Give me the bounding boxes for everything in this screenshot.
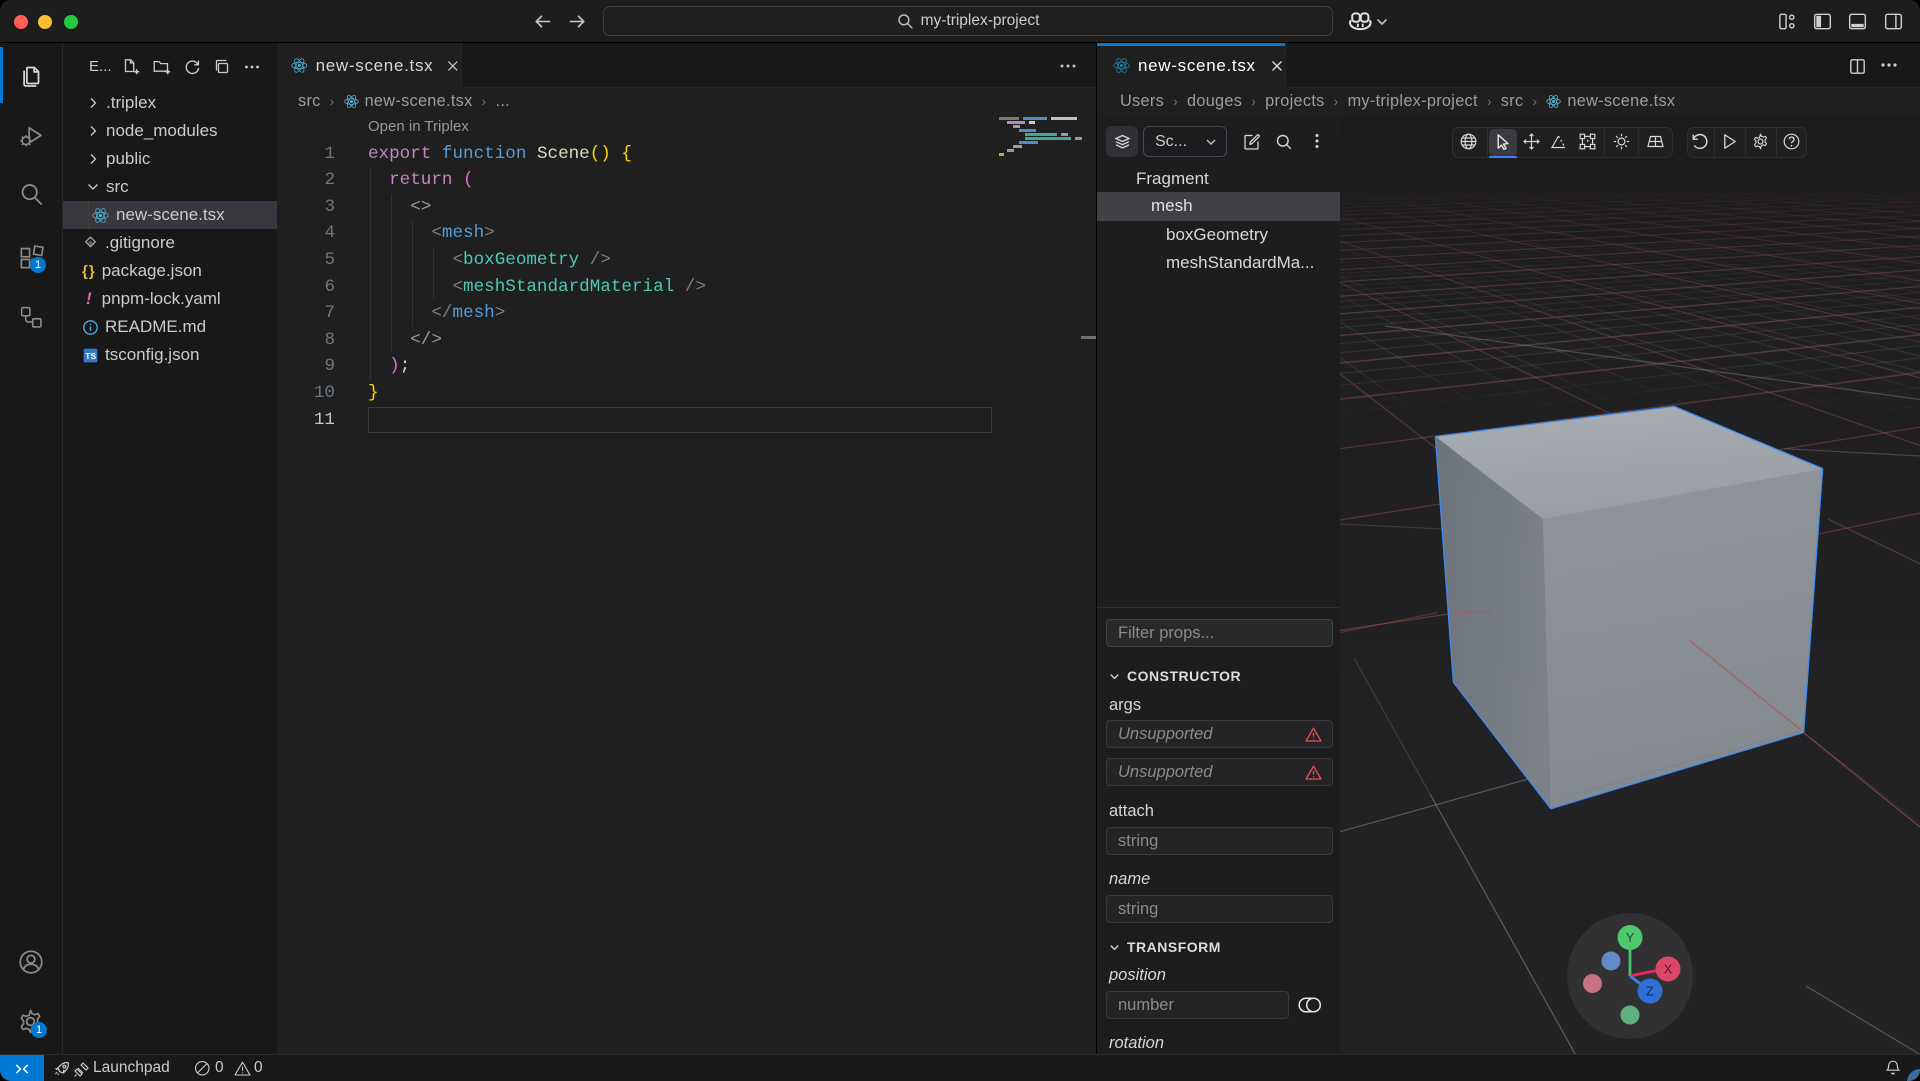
svg-text:Z: Z: [1646, 985, 1654, 999]
svg-text:X: X: [1664, 963, 1673, 977]
svg-text:Y: Y: [1626, 931, 1635, 945]
svg-text:TS: TS: [85, 351, 96, 361]
